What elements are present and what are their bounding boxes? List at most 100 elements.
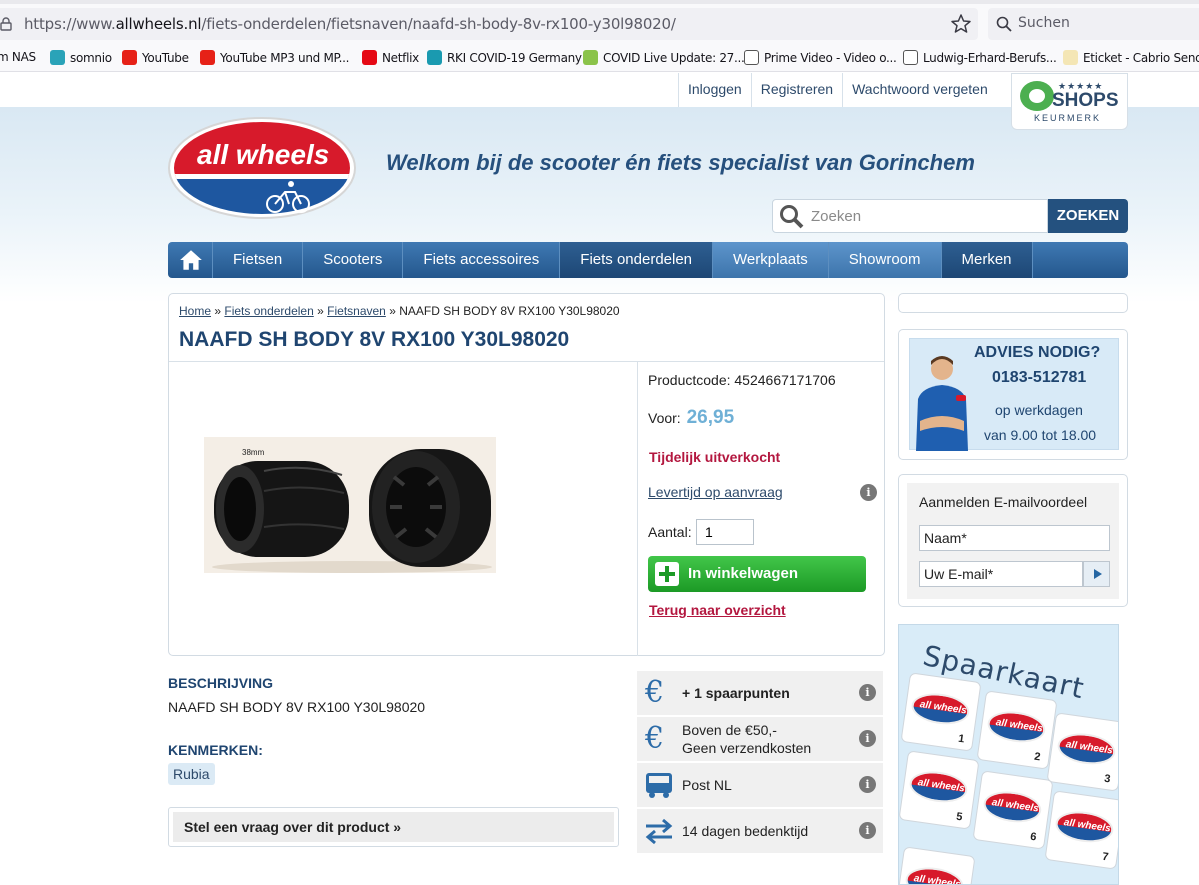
info-icon[interactable]: i: [859, 684, 876, 701]
all-wheels-logo[interactable]: all wheels: [167, 116, 358, 228]
description-text: NAAFD SH BODY 8V RX100 Y30L98020: [168, 699, 426, 715]
features-heading: KENMERKEN:: [168, 742, 263, 758]
bookmark-star-icon[interactable]: [950, 13, 972, 35]
bookmark-item[interactable]: Prime Video - Video o...: [744, 50, 897, 65]
mini-logo-text: all wheels: [917, 777, 966, 795]
benefit-text: Boven de €50,-: [682, 722, 777, 738]
benefit-text: Post NL: [682, 777, 732, 793]
search-button[interactable]: ZOEKEN: [1048, 199, 1128, 233]
nav-fiets-onderdelen[interactable]: Fiets onderdelen: [560, 242, 714, 278]
nav-werkplaats[interactable]: Werkplaats: [713, 242, 829, 278]
bookmark-item[interactable]: Ludwig-Erhard-Berufs...: [903, 50, 1057, 65]
card-number: 2: [1033, 750, 1042, 764]
account-links: Inloggen Registreren Wachtwoord vergeten: [678, 73, 997, 107]
nav-scooters[interactable]: Scooters: [303, 242, 404, 278]
bookmark-item[interactable]: YouTube: [122, 50, 189, 65]
advice-box[interactable]: ADVIES NODIG? 0183-512781 op werkdagen v…: [898, 329, 1128, 460]
info-icon[interactable]: i: [859, 822, 876, 839]
info-icon[interactable]: i: [859, 776, 876, 793]
nav-showroom[interactable]: Showroom: [828, 242, 942, 278]
advice-inner: ADVIES NODIG? 0183-512781 op werkdagen v…: [909, 338, 1119, 451]
freehub-body-left: [214, 461, 349, 557]
site-search: Zoeken ZOEKEN: [772, 199, 1128, 233]
back-to-overview-link[interactable]: Terug naar overzicht: [649, 602, 786, 618]
bookmark-favicon-icon: [200, 50, 215, 65]
breadcrumb: Home » Fiets onderdelen » Fietsnaven » N…: [179, 304, 620, 318]
breadcrumb-home[interactable]: Home: [179, 304, 211, 318]
mini-logo-text: all wheels: [913, 873, 962, 885]
all-wheels-mini-logo: all wheels: [903, 864, 966, 885]
nav-merken[interactable]: Merken: [941, 242, 1033, 278]
logo-text: all wheels: [197, 139, 329, 170]
bookmark-item[interactable]: Eticket - Cabrio Sender: [1063, 50, 1199, 65]
url-path: /fiets-onderdelen/fietsnaven/naafd-sh-bo…: [201, 15, 676, 33]
spaarkaart-stamp-card: all wheels 3: [1046, 712, 1118, 792]
all-wheels-mini-logo: all wheels: [1053, 808, 1116, 846]
bookmark-favicon-icon: [50, 50, 65, 65]
card-number: 6: [1029, 830, 1038, 844]
product-image[interactable]: 38mm: [204, 437, 496, 573]
card-number: 3: [1103, 772, 1112, 786]
return-arrows-icon: [645, 818, 673, 845]
quantity-label: Aantal:: [648, 524, 692, 540]
ask-question-box[interactable]: Stel een vraag over dit product »: [168, 807, 619, 847]
info-icon[interactable]: i: [859, 730, 876, 747]
sidebar-empty-box: [898, 293, 1128, 313]
welcome-heading: Welkom bij de scooter én fiets specialis…: [386, 150, 975, 175]
email-field[interactable]: Uw E-mail*: [919, 561, 1083, 587]
spaarkaart-stamp-card: all wheels: [899, 846, 976, 885]
bookmark-item[interactable]: somnio: [50, 50, 112, 65]
nav-fiets-accessoires[interactable]: Fiets accessoires: [403, 242, 561, 278]
site-search-input[interactable]: Zoeken: [772, 199, 1048, 233]
register-link[interactable]: Registreren: [750, 73, 842, 107]
spaarkaart-stamp-card: all wheels 7: [1044, 790, 1118, 870]
login-link[interactable]: Inloggen: [678, 73, 751, 107]
benefits-list: € + 1 spaarpunten i € Boven de €50,- Gee…: [637, 671, 883, 855]
breadcrumb-fiets-onderdelen[interactable]: Fiets onderdelen: [224, 304, 313, 318]
freehub-body-right: [369, 449, 491, 567]
info-icon[interactable]: i: [860, 484, 877, 501]
home-icon: [180, 250, 202, 270]
phone-number[interactable]: 0183-512781: [992, 369, 1086, 387]
benefit-text: 14 dagen bedenktijd: [682, 823, 809, 839]
feature-tag[interactable]: Rubia: [168, 763, 215, 785]
spaarkaart-banner[interactable]: Spaarkaart all wheels 1 all wheels 2 all whe…: [898, 624, 1119, 885]
breadcrumb-separator: »: [389, 304, 396, 318]
bookmark-item[interactable]: Netflix: [362, 50, 419, 65]
bookmark-favicon-icon: [1063, 50, 1078, 65]
quantity-input[interactable]: [696, 519, 754, 545]
newsletter-submit-arrow-icon[interactable]: [1083, 561, 1110, 587]
breadcrumb-fietsnaven[interactable]: Fietsnaven: [327, 304, 386, 318]
all-wheels-mini-logo: all wheels: [1055, 730, 1118, 768]
qshops-keurmerk-badge[interactable]: ★★★★★ SHOPS KEURMERK: [1011, 73, 1128, 130]
benefit-text: + 1 spaarpunten: [682, 685, 790, 701]
address-bar[interactable]: https://www.allwheels.nl/fiets-onderdele…: [0, 8, 978, 40]
bookmark-favicon-icon: [122, 50, 137, 65]
levertijd-link[interactable]: Levertijd op aanvraag: [648, 484, 783, 500]
bookmark-label: RKI COVID-19 Germany: [447, 50, 582, 65]
bookmark-label: m NAS: [0, 50, 36, 64]
add-to-cart-button[interactable]: In winkelwagen: [648, 556, 866, 592]
euro-icon: €: [645, 675, 665, 710]
advice-heading: ADVIES NODIG?: [974, 344, 1101, 361]
name-field[interactable]: Naam*: [919, 525, 1110, 551]
home-nav-button[interactable]: [168, 242, 213, 278]
ask-question-button[interactable]: Stel een vraag over dit product »: [173, 812, 614, 842]
bookmark-item[interactable]: RKI COVID-19 Germany: [427, 50, 582, 65]
browser-search-placeholder: Suchen: [1018, 15, 1070, 31]
url-text[interactable]: https://www.allwheels.nl/fiets-onderdele…: [24, 15, 676, 33]
bookmark-label: Prime Video - Video o...: [764, 50, 897, 65]
card-number: 1: [957, 732, 966, 746]
site-page: Inloggen Registreren Wachtwoord vergeten…: [0, 73, 1199, 885]
bookmark-favicon-icon: [427, 50, 442, 65]
browser-search-field[interactable]: Suchen: [988, 8, 1199, 40]
bookmark-item[interactable]: YouTube MP3 und MP...: [200, 50, 349, 65]
main-nav: Fietsen Scooters Fiets accessoires Fiets…: [168, 242, 1128, 278]
breadcrumb-current: NAAFD SH BODY 8V RX100 Y30L98020: [399, 304, 620, 318]
bookmark-item[interactable]: m NAS: [0, 50, 36, 64]
nav-fietsen[interactable]: Fietsen: [213, 242, 304, 278]
bookmark-label: YouTube MP3 und MP...: [220, 50, 350, 65]
benefit-row: € + 1 spaarpunten i: [637, 671, 883, 715]
bookmark-item[interactable]: COVID Live Update: 27...: [583, 50, 745, 65]
forgot-password-link[interactable]: Wachtwoord vergeten: [842, 73, 997, 107]
